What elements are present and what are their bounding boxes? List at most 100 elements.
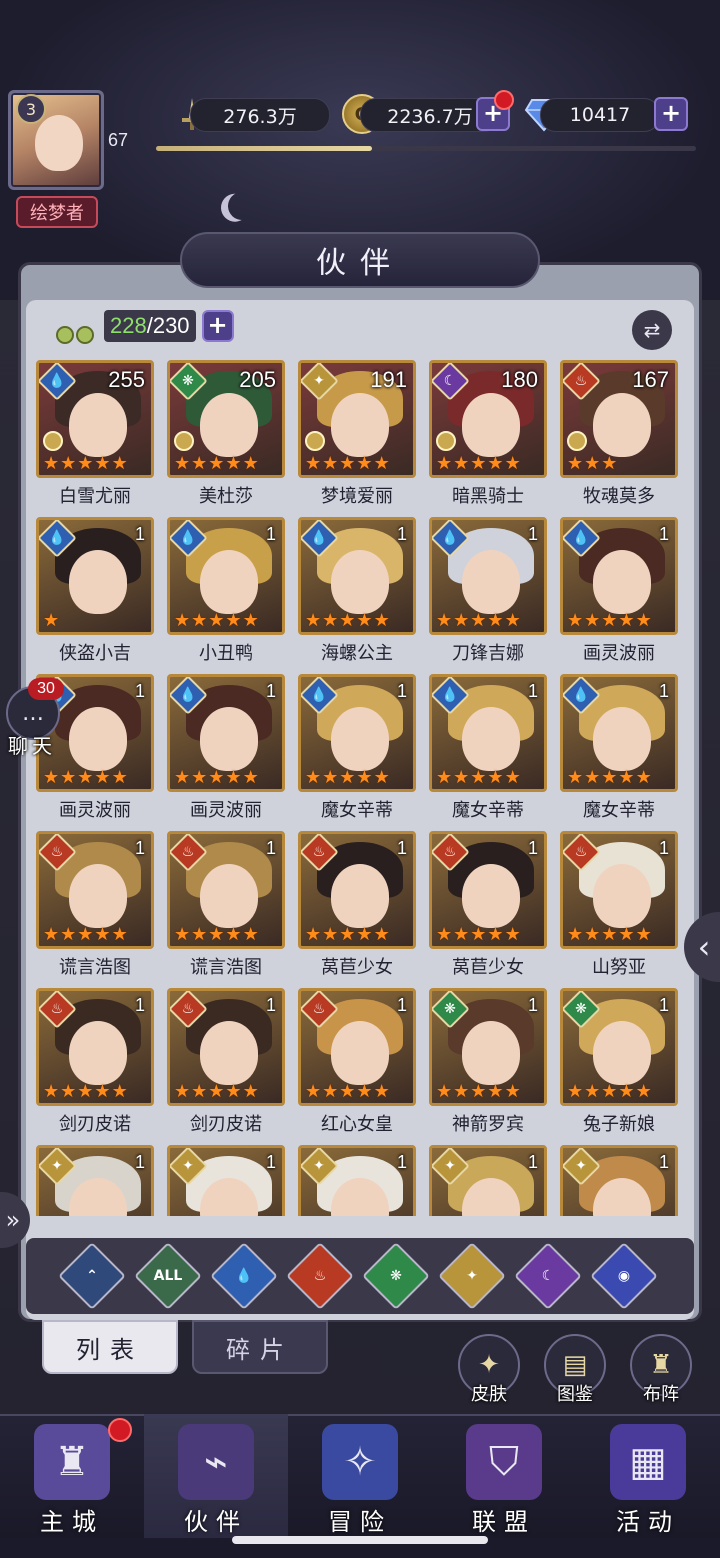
hero-card[interactable]: ❋ 205 ★ ★ ★ ★ ★ 美杜莎 (167, 360, 285, 508)
player-level: 67 (108, 130, 129, 150)
star-icon: ★ (584, 453, 601, 474)
hero-name: 神箭罗宾 (452, 1114, 524, 1135)
hero-portrait: 💧1★★★★★ (560, 517, 678, 635)
hero-name: 剑刃皮诺 (190, 1114, 262, 1135)
tab-list[interactable]: 列表 (42, 1320, 178, 1374)
star-icon: ★ (43, 1081, 60, 1102)
star-icon: ★ (174, 1081, 191, 1102)
hero-card[interactable]: ✦ 1 (167, 1145, 285, 1216)
hero-name: 画灵波丽 (583, 643, 655, 664)
hero-card[interactable]: ♨ 1 ★ ★ ★ ★ ★ 莴苣少女 (298, 831, 416, 979)
star-icon: ★ (111, 924, 128, 945)
hat-icon: ⌁ (178, 1424, 254, 1500)
hero-level: 1 (658, 681, 669, 701)
expand-roster-button[interactable]: + (201, 310, 234, 342)
hero-level: 1 (658, 524, 669, 544)
nav-item-cards[interactable]: ▦ 活动 (576, 1414, 720, 1538)
notification-dot (494, 90, 514, 110)
nav-label: 主城 (40, 1508, 104, 1536)
hero-portrait: 💧1★★★★★ (560, 674, 678, 792)
hero-card[interactable]: 💧 1 ★ 侠盗小吉 (36, 517, 154, 665)
hero-card[interactable]: ♨ 1 ★ ★ ★ ★ ★ 剑刃皮诺 (167, 988, 285, 1136)
hero-card[interactable]: 💧 255 ★ ★ ★ ★ ★ 白雪尤丽 (36, 360, 154, 508)
hero-card[interactable]: 💧 1 ★ ★ ★ ★ ★ 小丑鸭 (167, 517, 285, 665)
star-icon: ★ (77, 767, 94, 788)
hero-card[interactable]: ☾ 180 ★ ★ ★ ★ ★ 暗黑骑士 (429, 360, 547, 508)
hero-card[interactable]: 💧1★★★★★画灵波丽 (167, 674, 285, 822)
hero-portrait: 💧1★★★★★ (429, 517, 547, 635)
star-icon: ★ (618, 767, 635, 788)
hero-level: 1 (658, 1152, 669, 1172)
chess-piece-icon (174, 431, 194, 451)
hero-card[interactable]: ♨ 1 ★ ★ ★ ★ ★ 谎言浩图 (167, 831, 285, 979)
hero-card[interactable]: ❋ 1 ★ ★ ★ ★ ★ 兔子新娘 (560, 988, 678, 1136)
hero-stars: ★ ★ ★ ★ ★ (174, 1083, 259, 1101)
hero-level: 255 (108, 367, 145, 392)
hero-card[interactable]: ♨ 1 ★ ★ ★ ★ ★ 红心女皇 (298, 988, 416, 1136)
star-icon: ★ (174, 453, 191, 474)
star-icon: ★ (504, 767, 521, 788)
hero-portrait: ✦ 1 (167, 1145, 285, 1216)
hero-stars: ★ ★ ★ ★ ★ (43, 1083, 128, 1101)
hero-card[interactable]: 💧 1 ★ ★ ★ ★ ★ 海螺公主 (298, 517, 416, 665)
skin-icon: ✦ (478, 1350, 500, 1380)
hero-level: 1 (134, 1152, 145, 1172)
star-icon: ★ (43, 767, 60, 788)
hero-stars: ★ ★ ★ ★ ★ (305, 926, 390, 944)
hero-card[interactable]: ♨ 1 ★ ★ ★ ★ ★ 剑刃皮诺 (36, 988, 154, 1136)
hero-stars: ★ ★ ★ ★ ★ (436, 926, 521, 944)
hero-face (69, 1021, 127, 1085)
sort-toggle-button[interactable]: ⇄ (632, 310, 672, 350)
hero-card[interactable]: ✦ 1 (298, 1145, 416, 1216)
roster-count-bar: 228 /230 + (56, 308, 234, 344)
hero-name: 小丑鸭 (199, 643, 253, 664)
hero-card[interactable]: 💧1★★★★★画灵波丽 (560, 517, 678, 665)
hero-face (69, 550, 127, 614)
hero-card[interactable]: 💧 1 ★ ★ ★ ★ ★ 魔女辛蒂 (429, 674, 547, 822)
star-icon: ★ (584, 610, 601, 631)
hero-level: 1 (265, 524, 276, 544)
star-icon: ★ (453, 767, 470, 788)
player-title-tag[interactable]: 绘梦者 (16, 196, 98, 228)
hero-card[interactable]: ✦ 1 (36, 1145, 154, 1216)
add-gem-button[interactable]: + (654, 97, 688, 131)
hero-card[interactable]: ✦ 1 (560, 1145, 678, 1216)
tab-fragments[interactable]: 碎片 (192, 1320, 328, 1374)
hero-card[interactable]: ✦ 191 ★ ★ ★ ★ ★ 梦境爱丽 (298, 360, 416, 508)
hero-name: 海螺公主 (321, 643, 393, 664)
star-icon: ★ (635, 767, 652, 788)
star-icon: ★ (225, 767, 242, 788)
star-icon: ★ (618, 1081, 635, 1102)
hero-level: 180 (501, 367, 538, 392)
star-icon: ★ (242, 453, 259, 474)
hero-card[interactable]: ♨ 1 ★ ★ ★ ★ ★ 山努亚 (560, 831, 678, 979)
hero-stars: ★ ★ ★ ★ ★ (174, 926, 259, 944)
hero-card[interactable]: 💧 1 ★ ★ ★ ★ ★ 魔女辛蒂 (298, 674, 416, 822)
nav-label: 联盟 (472, 1508, 536, 1536)
nav-label: 冒险 (328, 1508, 392, 1536)
hero-stars: ★ ★ ★ ★ ★ (436, 769, 521, 787)
cards-icon: ▦ (610, 1424, 686, 1500)
star-icon: ★ (470, 767, 487, 788)
hero-portrait: ✦ 1 (429, 1145, 547, 1216)
star-icon: ★ (242, 924, 259, 945)
nav-item-shield[interactable]: ⛉ 联盟 (432, 1414, 576, 1538)
hero-card[interactable]: ✦ 1 (429, 1145, 547, 1216)
hero-card[interactable]: ♨ 1 ★ ★ ★ ★ ★ 谎言浩图 (36, 831, 154, 979)
star-icon: ★ (60, 924, 77, 945)
hero-face (69, 707, 127, 771)
hero-stars: ★ ★ ★ (567, 455, 617, 473)
chess-piece-icon (567, 431, 587, 451)
nav-item-hat[interactable]: ⌁ 伙伴 (144, 1414, 288, 1538)
codex-icon: ▤ (562, 1350, 588, 1380)
star-icon: ★ (77, 1081, 94, 1102)
hero-card[interactable]: ♨ 167 ★ ★ ★ 牧魂莫多 (560, 360, 678, 508)
light-icon: ✦ (466, 1268, 478, 1284)
nav-item-compass[interactable]: ✧ 冒险 (288, 1414, 432, 1538)
hero-card[interactable]: ♨ 1 ★ ★ ★ ★ ★ 莴苣少女 (429, 831, 547, 979)
hero-card[interactable]: 💧 1 ★ ★ ★ ★ ★ 魔女辛蒂 (560, 674, 678, 822)
hero-card[interactable]: ❋ 1 ★ ★ ★ ★ ★ 神箭罗宾 (429, 988, 547, 1136)
hero-card[interactable]: 💧 1 ★ ★ ★ ★ ★ 刀锋吉娜 (429, 517, 547, 665)
water-icon: 💧 (235, 1268, 253, 1284)
star-icon: ★ (504, 924, 521, 945)
